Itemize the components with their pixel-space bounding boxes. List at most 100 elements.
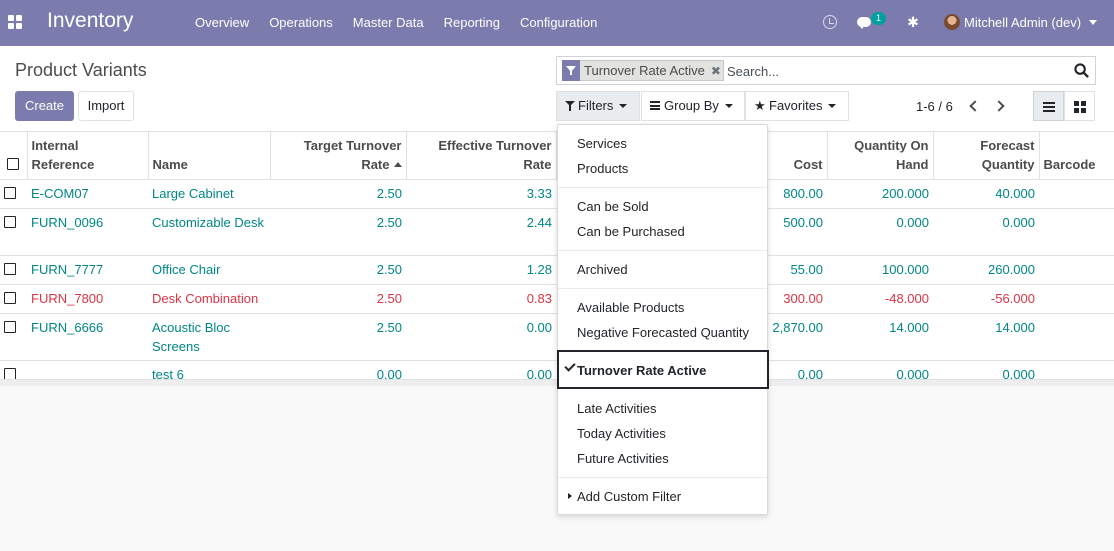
menu-master-data[interactable]: Master Data: [343, 0, 434, 46]
cell-barcode: [1039, 284, 1114, 314]
checkbox-icon[interactable]: [4, 216, 16, 228]
sort-ascending-icon: [393, 162, 402, 167]
cell-name: Desk Combination: [148, 284, 270, 314]
column-forecast-quantity[interactable]: Forecast Quantity: [932, 132, 1039, 180]
group-by-label: Group By: [664, 98, 719, 113]
column-quantity-on-hand[interactable]: Quantity On Hand: [826, 132, 933, 180]
filters-dropdown: Services Products Can be Sold Can be Pur…: [557, 124, 769, 515]
cell-name: Large Cabinet: [148, 179, 270, 209]
divider: [558, 477, 767, 478]
cell-forecast: 14.000: [933, 313, 1039, 361]
bug-icon[interactable]: ✱: [906, 14, 920, 30]
facet-value: Turnover Rate Active: [584, 63, 705, 78]
pager-previous-button[interactable]: [966, 97, 982, 115]
column-effective-turnover-rate[interactable]: Effective Turnover Rate: [405, 132, 556, 180]
search-input[interactable]: [727, 61, 1067, 81]
checkbox-icon[interactable]: [7, 158, 20, 170]
cell-reference: FURN_7800: [27, 284, 148, 314]
menu-reporting[interactable]: Reporting: [434, 0, 510, 46]
filters-button[interactable]: Filters: [556, 91, 640, 121]
menu-configuration[interactable]: Configuration: [510, 0, 607, 46]
cell-target-rate: 2.50: [270, 255, 406, 285]
filter-negative-forecasted-quantity[interactable]: Negative Forecasted Quantity: [558, 320, 767, 345]
row-checkbox[interactable]: [0, 208, 27, 256]
filter-turnover-rate-active-label: Turnover Rate Active: [577, 363, 707, 378]
cell-effective-rate: 0.00: [406, 313, 556, 361]
checkbox-icon[interactable]: [4, 187, 16, 199]
page-title: Product Variants: [15, 60, 147, 80]
column-barcode[interactable]: Barcode: [1038, 132, 1114, 180]
list-view-button[interactable]: [1033, 91, 1064, 121]
control-panel: Product Variants Create Import Turnover …: [0, 46, 1114, 132]
kanban-view-button[interactable]: [1064, 91, 1095, 121]
close-icon[interactable]: ✖: [709, 64, 723, 78]
cell-effective-rate: 0.83: [406, 284, 556, 314]
favorites-label: Favorites: [769, 98, 823, 113]
menu-operations[interactable]: Operations: [259, 0, 343, 46]
cell-qty-on-hand: 14.000: [827, 313, 933, 361]
user-menu[interactable]: Mitchell Admin (dev): [964, 0, 1081, 46]
apps-menu-icon[interactable]: [8, 15, 22, 29]
caret-down-icon: [619, 104, 628, 108]
checkbox-icon[interactable]: [4, 292, 16, 304]
menu-overview[interactable]: Overview: [185, 0, 259, 46]
cell-name: Office Chair: [148, 255, 270, 285]
filter-services[interactable]: Services: [558, 131, 767, 156]
row-checkbox[interactable]: [0, 284, 27, 314]
chevron-left-icon: [969, 100, 981, 112]
search-icon[interactable]: [1074, 63, 1089, 78]
favorites-button[interactable]: ★ Favorites: [745, 91, 849, 121]
cell-reference: FURN_6666: [27, 313, 148, 361]
filter-products[interactable]: Products: [558, 156, 767, 181]
cell-forecast: 0.000: [933, 208, 1039, 256]
import-button[interactable]: Import: [78, 91, 134, 121]
clock-icon[interactable]: [823, 15, 837, 29]
checkbox-icon[interactable]: [4, 321, 16, 333]
filter-can-be-purchased[interactable]: Can be Purchased: [558, 219, 767, 244]
column-target-turnover-rate[interactable]: Target Turnover Rate: [269, 132, 406, 180]
chat-badge: 1: [871, 12, 886, 25]
filter-turnover-rate-active[interactable]: Turnover Rate Active: [557, 350, 769, 389]
filter-can-be-sold[interactable]: Can be Sold: [558, 194, 767, 219]
search-bar: Turnover Rate Active ✖: [556, 56, 1096, 85]
cell-name-line-1: Acoustic Bloc: [152, 320, 231, 335]
list-icon: [1043, 102, 1055, 112]
filter-late-activities[interactable]: Late Activities: [558, 396, 767, 421]
select-all-checkbox[interactable]: [0, 132, 27, 180]
cell-forecast: 40.000: [933, 179, 1039, 209]
cell-effective-rate: 3.33: [406, 179, 556, 209]
group-by-button[interactable]: Group By: [641, 91, 745, 121]
add-custom-filter[interactable]: Add Custom Filter: [558, 484, 767, 509]
avatar[interactable]: [944, 14, 960, 30]
cell-name: Customizable Desk: [148, 208, 270, 256]
chevron-down-icon[interactable]: [1089, 20, 1097, 25]
app-name[interactable]: Inventory: [47, 9, 133, 33]
kanban-icon: [1074, 101, 1086, 113]
pager-next-button[interactable]: [993, 97, 1009, 115]
chat-icon[interactable]: [857, 17, 871, 29]
cell-reference: FURN_7777: [27, 255, 148, 285]
cell-effective-rate: 1.28: [406, 255, 556, 285]
row-checkbox[interactable]: [0, 255, 27, 285]
cell-forecast: -56.000: [933, 284, 1039, 314]
cell-reference: FURN_0096: [27, 208, 148, 256]
checkbox-icon[interactable]: [4, 263, 16, 275]
check-icon: [564, 360, 576, 372]
column-name[interactable]: Name: [147, 132, 270, 180]
cell-target-rate: 2.50: [270, 284, 406, 314]
filter-archived[interactable]: Archived: [558, 257, 767, 282]
row-checkbox[interactable]: [0, 179, 27, 209]
filter-today-activities[interactable]: Today Activities: [558, 421, 767, 446]
cell-qty-on-hand: -48.000: [827, 284, 933, 314]
add-custom-filter-label: Add Custom Filter: [577, 489, 682, 504]
cell-target-rate: 2.50: [270, 179, 406, 209]
row-checkbox[interactable]: [0, 313, 27, 361]
filter-future-activities[interactable]: Future Activities: [558, 446, 767, 471]
caret-right-icon: [568, 493, 572, 499]
column-internal-reference[interactable]: Internal Reference: [26, 132, 148, 180]
pager-value[interactable]: 1-6 / 6: [916, 99, 953, 114]
search-facet: Turnover Rate Active ✖: [562, 59, 724, 81]
cell-barcode: [1039, 313, 1114, 361]
filter-available-products[interactable]: Available Products: [558, 295, 767, 320]
create-button[interactable]: Create: [15, 91, 74, 121]
